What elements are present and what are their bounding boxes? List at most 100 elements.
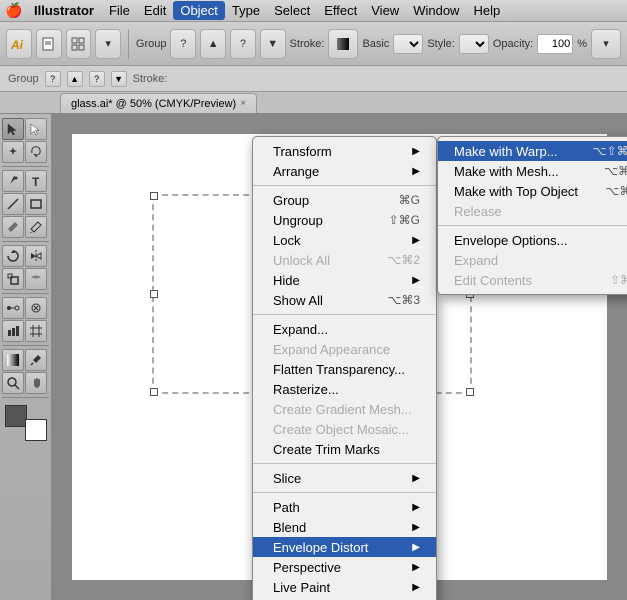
submenu-make-top-object[interactable]: Make with Top Object ⌥⌘C [438,181,627,201]
menubar-item-object[interactable]: Object [173,1,225,20]
color-boxes [5,405,47,441]
menubar-item-help[interactable]: Help [466,1,507,20]
arrow-perspective: ▶ [412,562,420,573]
menu-overlay: Transform ▶ Arrange ▶ Group ⌘G Ungroup ⇧ [52,114,627,600]
arrow-down-btn[interactable]: ▼ [260,29,286,59]
shortcut-show-all: ⌥⌘3 [387,293,420,307]
controlbar: Group ? ▲ ? ▼ Stroke: [0,66,627,92]
menu-item-path[interactable]: Path ▶ [253,497,436,517]
tool-sep-3 [2,293,49,294]
menu-item-transform[interactable]: Transform ▶ [253,141,436,161]
pen-tool[interactable] [2,170,24,192]
menu-item-show-all[interactable]: Show All ⌥⌘3 [253,290,436,310]
tool-row-4 [2,193,49,215]
reflect-tool[interactable] [25,245,47,267]
menu-item-perspective[interactable]: Perspective ▶ [253,557,436,577]
grid-button[interactable] [66,29,92,59]
dropdown-arrow[interactable]: ▾ [95,29,121,59]
rect-tool[interactable] [25,193,47,215]
controlbar-stroke-label: Stroke: [133,73,168,85]
submenu-make-with-warp[interactable]: Make with Warp... ⌥⇧⌘W [438,141,627,161]
gradient-swatch[interactable] [328,29,358,59]
question-btn-1[interactable]: ? [170,29,196,59]
stroke-color[interactable] [25,419,47,441]
menubar-item-illustrator[interactable]: Illustrator [28,1,100,20]
menu-item-unlock-all[interactable]: Unlock All ⌥⌘2 [253,250,436,270]
submenu-make-with-mesh[interactable]: Make with Mesh... ⌥⌘M [438,161,627,181]
submenu-envelope-distort: Make with Warp... ⌥⇧⌘W Make with Mesh...… [437,136,627,295]
menu-item-live-paint[interactable]: Live Paint ▶ [253,577,436,597]
menu-item-gradient-mesh[interactable]: Create Gradient Mesh... [253,399,436,419]
warp-tool[interactable] [25,268,47,290]
magic-wand-tool[interactable] [2,141,24,163]
tool-row-6 [2,245,49,267]
menu-item-rasterize[interactable]: Rasterize... [253,379,436,399]
submenu-envelope-options[interactable]: Envelope Options... [438,230,627,250]
apple-menu[interactable]: 🍎 [4,2,24,19]
gradient-tool[interactable] [2,349,24,371]
mesh-tool[interactable] [25,320,47,342]
tool-row-11 [2,372,49,394]
opacity-input[interactable] [537,34,573,54]
blend-tool[interactable] [2,297,24,319]
illustrator-logo: Ai [6,29,32,59]
basic-select[interactable] [393,34,423,54]
group-label: Group [136,38,167,50]
type-tool[interactable]: T [25,170,47,192]
selection-tool[interactable] [2,118,24,140]
rotate-tool[interactable] [2,245,24,267]
hand-tool[interactable] [25,372,47,394]
menu-item-lock[interactable]: Lock ▶ [253,230,436,250]
shortcut-edit-contents: ⇧⌘P [610,273,627,287]
menu-item-ungroup[interactable]: Ungroup ⇧⌘G [253,210,436,230]
menu-item-expand-appearance[interactable]: Expand Appearance [253,339,436,359]
shortcut-group: ⌘G [399,193,420,207]
zoom-tool[interactable] [2,372,24,394]
tool-row-3: T [2,170,49,192]
opacity-arrow[interactable]: ▾ [591,29,621,59]
menubar-item-effect[interactable]: Effect [317,1,364,20]
menu-item-object-mosaic[interactable]: Create Object Mosaic... [253,419,436,439]
line-tool[interactable] [2,193,24,215]
menubar-item-window[interactable]: Window [406,1,466,20]
column-graph-tool[interactable] [2,320,24,342]
arrow-up-btn[interactable]: ▲ [200,29,226,59]
eyedropper-tool[interactable] [25,349,47,371]
controlbar-down[interactable]: ▼ [111,71,127,87]
menu-item-arrange[interactable]: Arrange ▶ [253,161,436,181]
direct-select-tool[interactable] [25,118,47,140]
paintbrush-tool[interactable] [2,216,24,238]
controlbar-q1[interactable]: ? [45,71,61,87]
menu-item-envelope-distort[interactable]: Envelope Distort ▶ [253,537,436,557]
menubar-item-view[interactable]: View [364,1,406,20]
document-tab[interactable]: glass.ai* @ 50% (CMYK/Preview) × [60,93,257,113]
menu-item-hide[interactable]: Hide ▶ [253,270,436,290]
menu-item-group[interactable]: Group ⌘G [253,190,436,210]
controlbar-q2[interactable]: ? [89,71,105,87]
submenu-expand[interactable]: Expand [438,250,627,270]
submenu-release[interactable]: Release [438,201,627,221]
menubar-item-file[interactable]: File [102,1,137,20]
symbol-tool[interactable] [25,297,47,319]
tool-row-5 [2,216,49,238]
menu-item-flatten[interactable]: Flatten Transparency... [253,359,436,379]
menu-item-trim-marks[interactable]: Create Trim Marks [253,439,436,459]
fill-color[interactable] [5,405,27,427]
pencil-tool[interactable] [25,216,47,238]
submenu-edit-contents[interactable]: Edit Contents ⇧⌘P [438,270,627,290]
lasso-tool[interactable] [25,141,47,163]
menubar-item-select[interactable]: Select [267,1,317,20]
question-btn-2[interactable]: ? [230,29,256,59]
menubar-item-edit[interactable]: Edit [137,1,173,20]
tab-close[interactable]: × [240,98,246,109]
controlbar-group-label: Group [8,73,39,85]
menubar-item-type[interactable]: Type [225,1,267,20]
arrow-hide: ▶ [412,275,420,286]
menu-item-blend[interactable]: Blend ▶ [253,517,436,537]
scale-tool[interactable] [2,268,24,290]
controlbar-up[interactable]: ▲ [67,71,83,87]
new-doc-button[interactable] [36,29,62,59]
menu-item-slice[interactable]: Slice ▶ [253,468,436,488]
style-select[interactable] [459,34,489,54]
menu-item-expand[interactable]: Expand... [253,319,436,339]
